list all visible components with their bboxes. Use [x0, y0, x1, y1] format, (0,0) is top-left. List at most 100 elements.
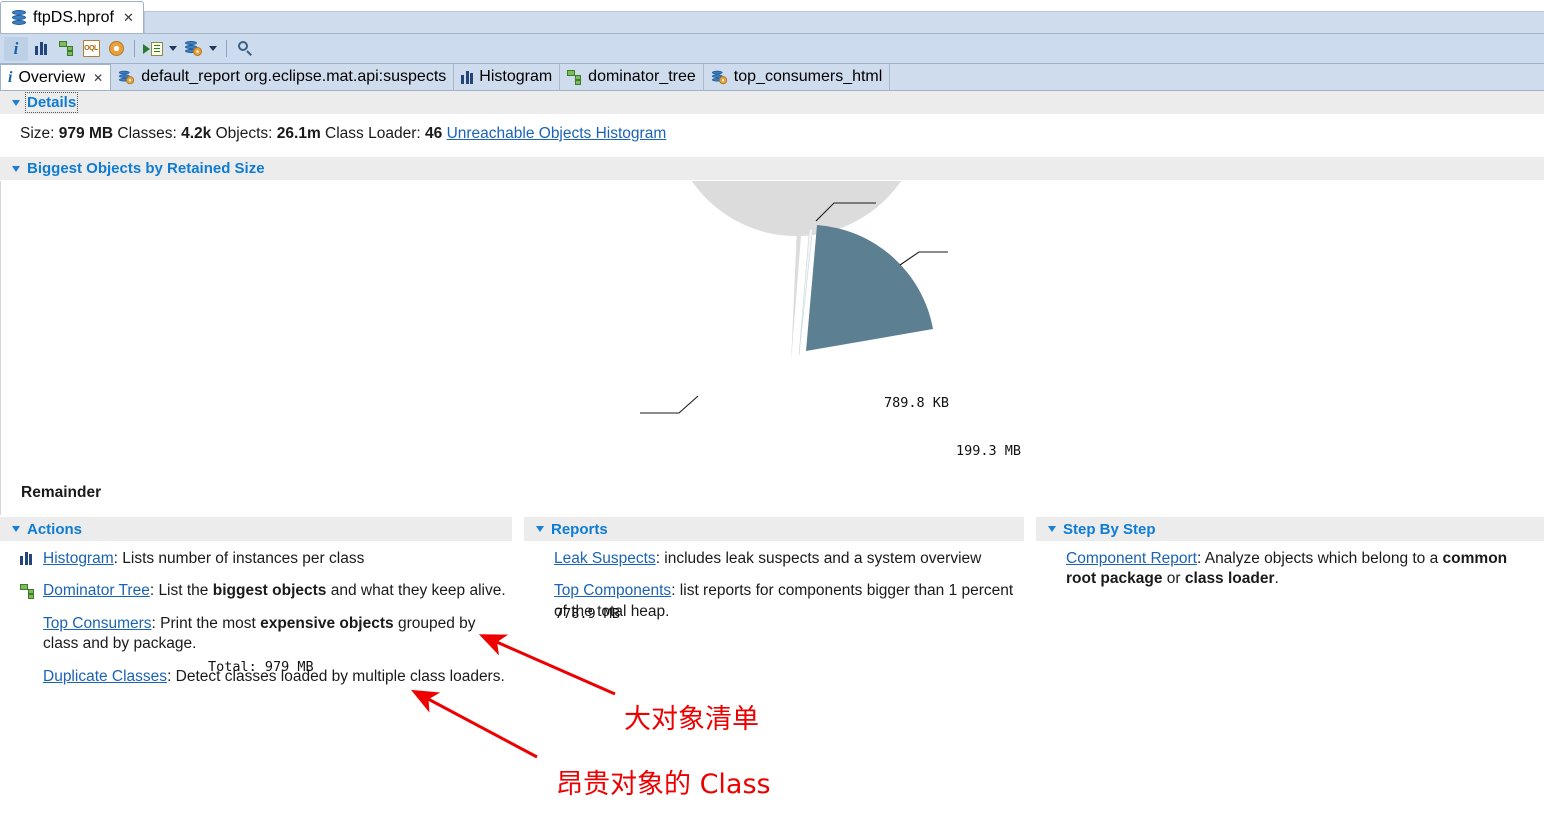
objects-label: Objects:: [215, 125, 273, 142]
pie-chart-svg: [640, 0, 948, 414]
histogram-icon: [461, 70, 474, 84]
remainder-label: Remainder: [21, 484, 102, 501]
arrow-to-top-consumers: [411, 689, 538, 759]
histogram-link[interactable]: Histogram: [43, 550, 114, 567]
pie-label-778mb: 778.9 MB: [555, 606, 621, 622]
pie-slice-biggest: [806, 225, 933, 351]
top-components-link[interactable]: Top Components: [554, 582, 671, 599]
run-report-dropdown-arrow[interactable]: [166, 37, 180, 61]
collapse-twisty-icon[interactable]: [12, 526, 20, 532]
tab-top-consumers-html[interactable]: top_consumers_html: [703, 64, 891, 90]
oql-button[interactable]: OQL: [79, 37, 103, 61]
retained-size-pie-chart[interactable]: 789.8 KB 199.3 MB 778.9 MB Total: 979 MB…: [0, 0, 1544, 675]
step-item-component-report: Component Report: Analyze objects which …: [1066, 550, 1508, 588]
toolbar-separator: [226, 40, 227, 57]
details-section-title: Details: [24, 92, 79, 113]
collapse-twisty-icon[interactable]: [12, 99, 20, 106]
pie-label-199mb: 199.3 MB: [956, 443, 1022, 459]
dominator-tree-button[interactable]: [54, 37, 78, 61]
leader-line-199mb: [899, 251, 948, 266]
search-icon: [237, 41, 253, 56]
leader-line-778mb: [640, 395, 699, 414]
editor-toolbar: i OQL: [0, 34, 1544, 64]
oql-icon: OQL: [82, 40, 100, 57]
close-icon[interactable]: ✕: [123, 11, 134, 24]
report-icon: [711, 70, 727, 84]
top-consumers-link[interactable]: Top Consumers: [43, 615, 152, 632]
collapse-twisty-icon[interactable]: [536, 526, 544, 532]
classloader-value: 46: [425, 125, 443, 142]
pie-total-label: Total: 979 MB: [208, 659, 314, 675]
tree-icon: [58, 41, 74, 56]
tabfolder-empty-area: [890, 64, 1544, 90]
size-label: Size:: [20, 125, 55, 142]
duplicate-classes-link[interactable]: Duplicate Classes: [43, 668, 167, 685]
heap-dump-icon: [12, 9, 26, 26]
tab-default-report-suspects[interactable]: default_report org.eclipse.mat.api:suspe…: [111, 64, 455, 90]
histogram-icon: [35, 42, 47, 55]
actions-section-title: Actions: [27, 520, 83, 538]
gear-icon: [108, 41, 124, 56]
close-icon[interactable]: ✕: [93, 71, 103, 85]
histogram-description: : Lists number of instances per class: [113, 550, 365, 567]
chevron-down-icon: [209, 46, 217, 51]
reports-section-header[interactable]: Reports: [524, 517, 1024, 541]
toolbar-separator: [134, 40, 135, 57]
query-browser-button[interactable]: [181, 37, 205, 61]
info-icon: i: [13, 39, 19, 58]
biggest-objects-section-title: Biggest Objects by Retained Size: [27, 160, 265, 177]
dominator-tree-link[interactable]: Dominator Tree: [43, 582, 150, 599]
unreachable-objects-histogram-link[interactable]: Unreachable Objects Histogram: [447, 125, 667, 142]
classes-value: 4.2k: [181, 125, 212, 142]
details-summary-line: Size: 979 MB Classes: 4.2k Objects: 26.1…: [0, 115, 1544, 157]
tab-label: top_consumers_html: [733, 68, 883, 85]
chevron-down-icon: [169, 46, 177, 51]
histogram-button[interactable]: [29, 37, 53, 61]
pie-label-789kb: 789.8 KB: [884, 395, 950, 411]
overview-info-button[interactable]: i: [4, 36, 28, 61]
editor-tab-label: ftpDS.hprof: [33, 8, 114, 26]
search-button[interactable]: [233, 37, 257, 61]
biggest-objects-section-header[interactable]: Biggest Objects by Retained Size: [0, 157, 1544, 181]
leak-suspects-link[interactable]: Leak Suspects: [554, 550, 656, 567]
query-browser-dropdown-arrow[interactable]: [206, 37, 220, 61]
collapse-twisty-icon[interactable]: [12, 165, 20, 172]
tab-label: Overview: [18, 68, 86, 86]
objects-value: 26.1m: [276, 125, 321, 142]
heap-query-icon: [184, 41, 202, 56]
tab-overview[interactable]: i Overview ✕: [0, 64, 112, 90]
editor-window-tabstrip: ftpDS.hprof ✕: [0, 0, 1544, 34]
component-report-link[interactable]: Component Report: [1066, 550, 1197, 567]
annotation-note-1: 大对象清单: [624, 704, 759, 735]
tree-icon: [567, 69, 582, 85]
tab-dominator-tree[interactable]: dominator_tree: [560, 64, 704, 90]
step-by-step-section-title: Step By Step: [1063, 520, 1156, 538]
tab-label: Histogram: [479, 68, 553, 85]
action-item-top-consumers: Top Consumers: Print the most expensive …: [43, 614, 476, 653]
actions-section-header[interactable]: Actions: [0, 517, 512, 541]
report-icon: [119, 70, 135, 84]
leak-suspects-description: : includes leak suspects and a system ov…: [655, 550, 982, 567]
collapse-twisty-icon[interactable]: [1048, 526, 1056, 532]
view-tab-folder: i Overview ✕ default_report org.eclipse.…: [0, 64, 1544, 91]
info-icon: i: [8, 68, 13, 86]
histogram-icon: [20, 549, 37, 565]
reports-section-title: Reports: [551, 520, 608, 538]
report-item-leak-suspects: Leak Suspects: includes leak suspects an…: [554, 549, 1018, 569]
step-by-step-list: Component Report: Analyze objects which …: [1036, 541, 1544, 590]
run-report-icon: [143, 41, 163, 56]
run-expert-system-test-button[interactable]: [141, 37, 165, 61]
tab-histogram[interactable]: Histogram: [454, 64, 561, 90]
editor-tab-ftpds-hprof[interactable]: ftpDS.hprof ✕: [0, 1, 144, 33]
report-item-top-components: Top Components: list reports for compone…: [554, 581, 1018, 622]
inspector-button[interactable]: [104, 37, 128, 61]
size-value: 979 MB: [58, 125, 114, 142]
classloader-label: Class Loader:: [325, 125, 421, 142]
action-item-histogram: Histogram: Lists number of instances per…: [20, 549, 506, 569]
step-by-step-panel: Step By Step Component Report: Analyze o…: [1036, 517, 1544, 602]
step-by-step-section-header[interactable]: Step By Step: [1036, 517, 1544, 541]
tab-label: dominator_tree: [588, 68, 696, 85]
annotation-note-2: 昂贵对象的 Class: [556, 769, 771, 800]
classes-label: Classes:: [117, 125, 177, 142]
details-section-header[interactable]: Details: [0, 91, 1544, 115]
